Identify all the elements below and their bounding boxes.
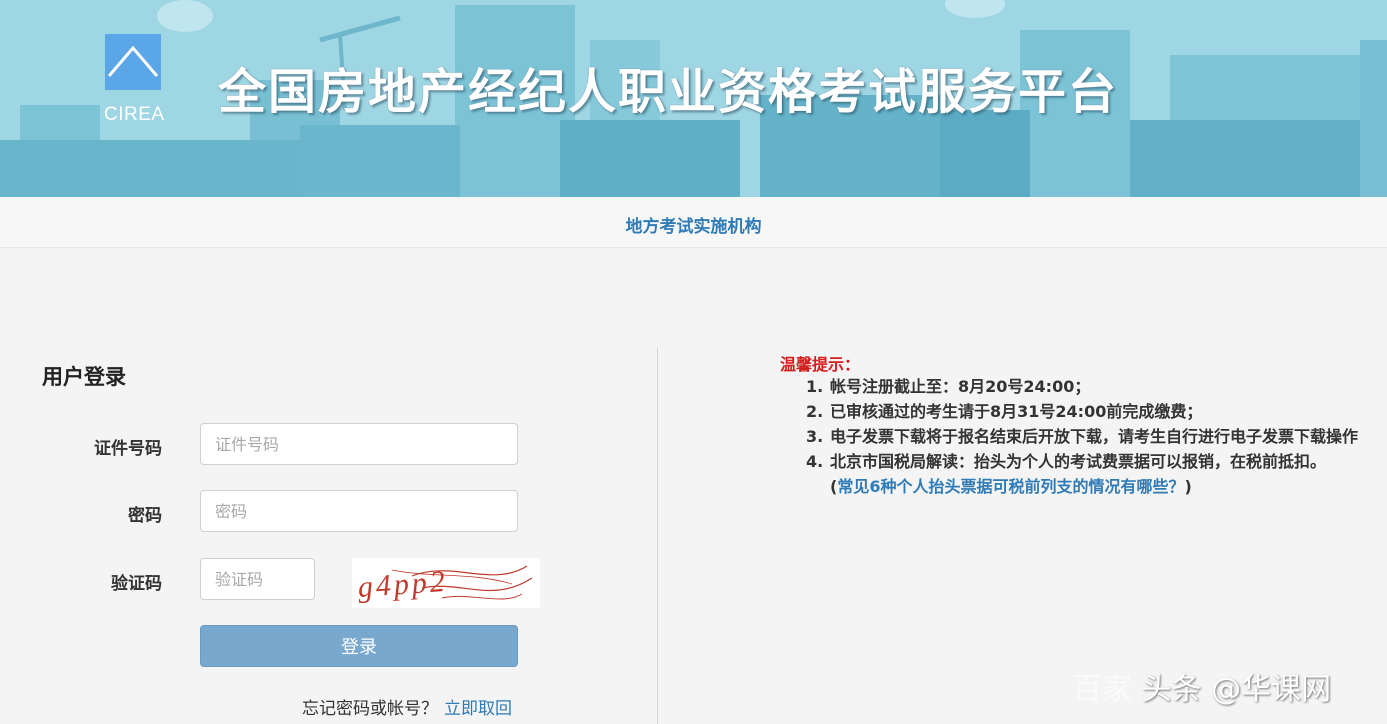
id-number-label: 证件号码	[94, 439, 162, 459]
watermark-faint: 百家	[1072, 672, 1132, 707]
nav-bar: 地方考试实施机构	[0, 197, 1387, 248]
retrieve-link[interactable]: 立即取回	[444, 699, 512, 719]
house-roof-icon	[107, 45, 159, 77]
notice-text: 已审核通过的考生请于8月31号24:00前完成缴费；	[830, 402, 1203, 421]
site-title: 全国房地产经纪人职业资格考试服务平台	[218, 64, 1119, 120]
watermark-main: 头条 @华课网	[1141, 672, 1332, 707]
notice-item: 3. 电子发票下载将于报名结束后开放下载，请考生自行进行电子发票下载操作	[806, 424, 1381, 449]
notice-list: 1. 帐号注册截止至：8月20号24:00； 2. 已审核通过的考生请于8月31…	[806, 374, 1381, 499]
notice-item: 2. 已审核通过的考生请于8月31号24:00前完成缴费；	[806, 399, 1381, 424]
captcha-graphic: g4pp2	[357, 565, 533, 604]
notice-title: 温馨提示：	[780, 355, 861, 374]
notice-text: 帐号注册截止至：8月20号24:00；	[830, 377, 1091, 396]
captcha-label: 验证码	[111, 574, 162, 594]
forgot-account-row: 忘记密码或帐号？ 立即取回	[302, 694, 512, 719]
captcha-image[interactable]: g4pp2	[352, 558, 540, 608]
notice-number: 3.	[806, 427, 824, 446]
nav-link-local-agencies[interactable]: 地方考试实施机构	[626, 212, 762, 237]
notice-close-paren: )	[1184, 477, 1192, 496]
login-button[interactable]: 登录	[200, 625, 518, 667]
captcha-input[interactable]	[200, 558, 315, 600]
tax-deduction-faq-link[interactable]: 常见6种个人抬头票据可税前列支的情况有哪些？	[837, 477, 1184, 496]
id-number-input[interactable]	[200, 423, 518, 465]
password-label: 密码	[128, 506, 162, 526]
login-title: 用户登录	[42, 365, 126, 389]
notice-text: 北京市国税局解读：抬头为个人的考试费票据可以报销，在税前抵扣。	[830, 452, 1327, 471]
password-input[interactable]	[200, 490, 518, 532]
notice-item: 4. 北京市国税局解读：抬头为个人的考试费票据可以报销，在税前抵扣。 (常见6种…	[806, 449, 1381, 499]
notice-number: 1.	[806, 377, 824, 396]
header-banner: CIREA 全国房地产经纪人职业资格考试服务平台	[0, 0, 1387, 197]
logo-text: CIREA	[104, 104, 165, 125]
notice-item: 1. 帐号注册截止至：8月20号24:00；	[806, 374, 1381, 399]
cirea-logo	[105, 34, 161, 90]
watermark: 百家 头条 @华课网	[1072, 664, 1331, 708]
notice-number: 2.	[806, 402, 824, 421]
forgot-text: 忘记密码或帐号？	[302, 699, 438, 719]
vertical-divider	[657, 348, 658, 724]
notice-text: 电子发票下载将于报名结束后开放下载，请考生自行进行电子发票下载操作	[830, 427, 1359, 446]
notice-number: 4.	[806, 452, 824, 471]
captcha-text: g4pp2	[357, 565, 449, 604]
